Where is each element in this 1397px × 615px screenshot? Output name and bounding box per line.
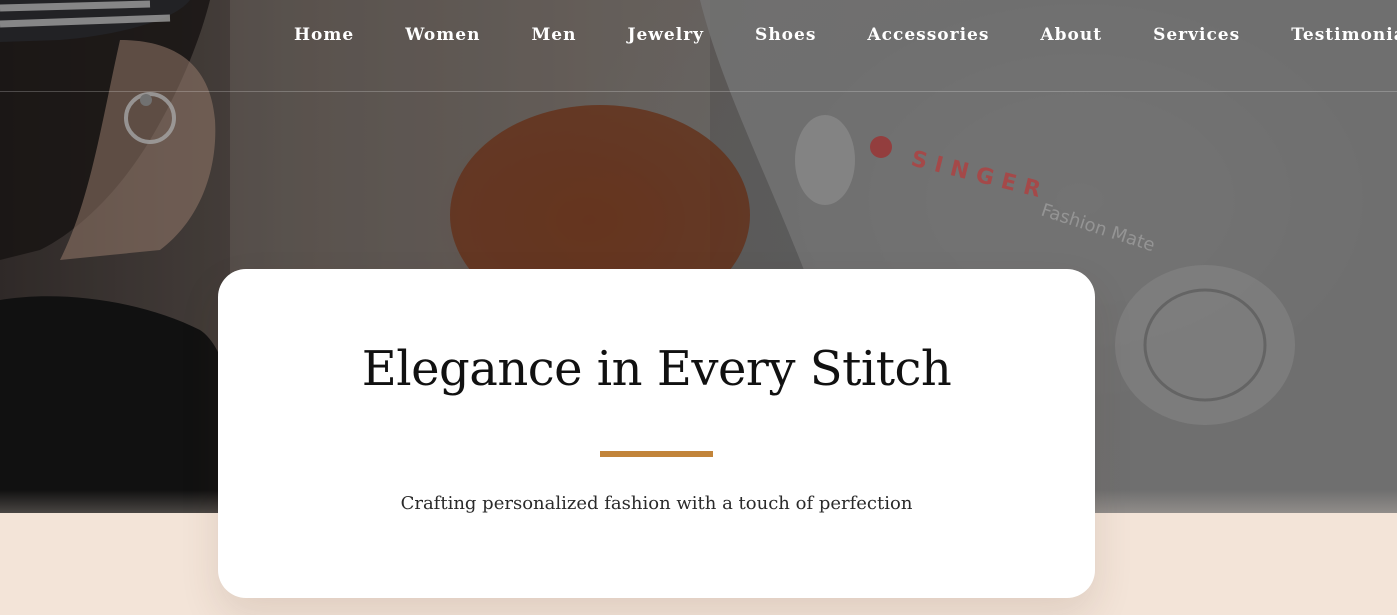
hero-intro-card: Elegance in Every Stitch Crafting person… [218, 269, 1095, 598]
nav-item-about[interactable]: About [1040, 24, 1102, 46]
nav-item-testimonials[interactable]: Testimonials [1291, 24, 1397, 46]
nav-item-women[interactable]: Women [405, 24, 480, 46]
nav-item-shoes[interactable]: Shoes [755, 24, 816, 46]
hero-subtitle: Crafting personalized fashion with a tou… [400, 493, 913, 514]
nav-menu: Home Women Men Jewelry Shoes Accessories… [294, 24, 1397, 46]
page: SINGER Fashion Mate Home Women Men Jewel… [0, 0, 1397, 615]
nav-item-men[interactable]: Men [531, 24, 576, 46]
hero-title: Elegance in Every Stitch [361, 341, 952, 397]
main-navbar: Home Women Men Jewelry Shoes Accessories… [0, 0, 1397, 92]
nav-item-accessories[interactable]: Accessories [867, 24, 989, 46]
title-divider [600, 451, 713, 457]
nav-item-services[interactable]: Services [1153, 24, 1240, 46]
nav-item-home[interactable]: Home [294, 24, 354, 46]
nav-item-jewelry[interactable]: Jewelry [627, 24, 704, 46]
